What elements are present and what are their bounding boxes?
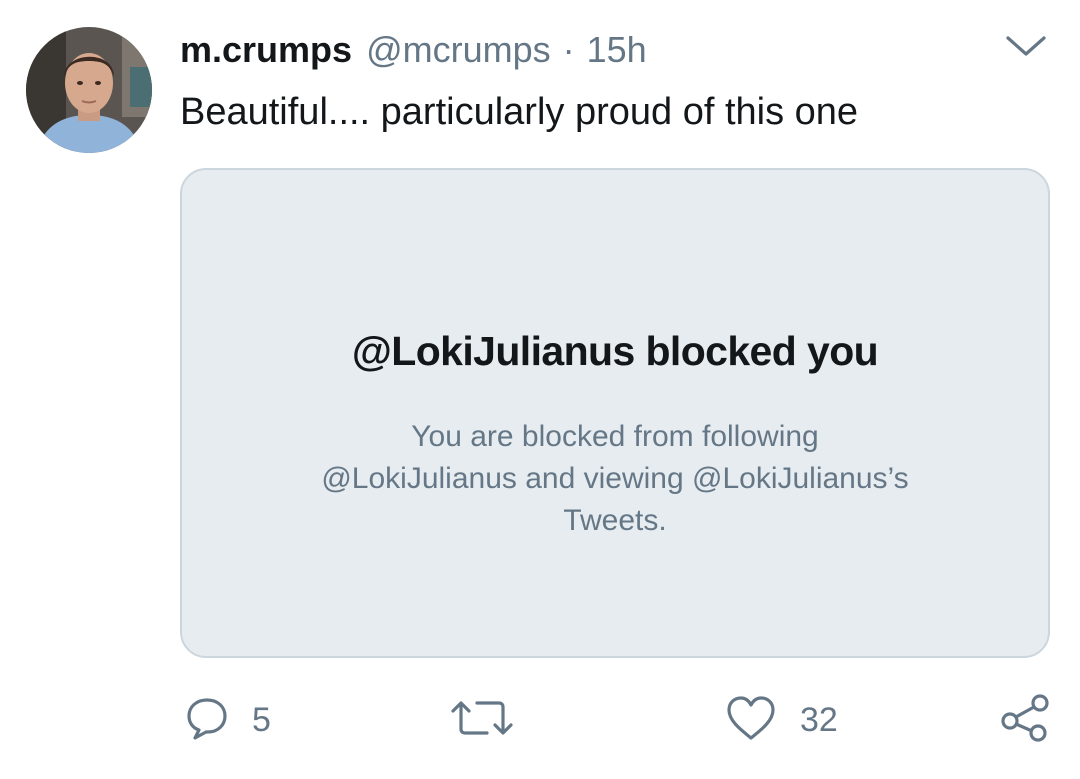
reply-button[interactable]: 5 <box>184 690 271 750</box>
display-name[interactable]: m.crumps <box>180 28 352 72</box>
heart-icon <box>724 694 778 747</box>
tweet: m.crumps @mcrumps · 15h Beautiful.... pa… <box>0 0 1080 779</box>
tweet-text: Beautiful.... particularly proud of this… <box>180 91 859 133</box>
avatar-image <box>26 27 152 153</box>
card-body: You are blocked from following @LokiJuli… <box>222 416 1008 542</box>
user-handle[interactable]: @mcrumps <box>366 28 551 72</box>
reply-count: 5 <box>252 700 271 739</box>
share-button[interactable] <box>998 690 1052 750</box>
retweet-arrows-icon <box>447 695 517 746</box>
card-body-line: You are blocked from following <box>411 420 819 453</box>
card-title: @LokiJulianus blocked you <box>351 328 879 374</box>
retweet-button[interactable] <box>447 690 539 750</box>
chevron-down-icon[interactable] <box>1002 32 1050 62</box>
separator-dot: · <box>562 29 575 70</box>
card-body-line: Tweets. <box>563 504 667 537</box>
like-button[interactable]: 32 <box>724 690 838 750</box>
embedded-screenshot-card[interactable]: @LokiJulianus blocked you You are blocke… <box>180 168 1050 658</box>
timestamp[interactable]: 15h <box>587 28 647 72</box>
share-nodes-icon <box>998 691 1052 750</box>
card-body-line: @LokiJulianus and viewing @LokiJulianus’… <box>321 462 909 495</box>
tweet-actions: 5 32 <box>0 690 1080 750</box>
tweet-header: m.crumps @mcrumps · 15h <box>180 28 647 72</box>
comment-bubble-icon <box>184 695 230 746</box>
like-count: 32 <box>800 700 838 739</box>
avatar[interactable] <box>26 27 152 153</box>
